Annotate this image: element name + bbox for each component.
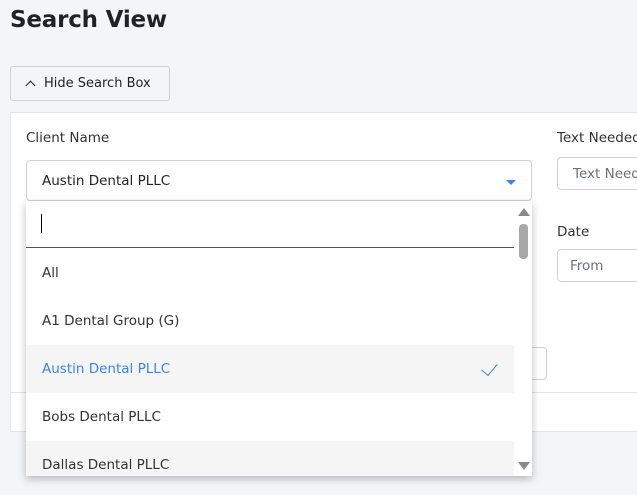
client-name-select[interactable]: Austin Dental PLLC: [26, 160, 532, 201]
scroll-up-arrow-icon[interactable]: [518, 208, 530, 216]
dropdown-option-austin-dental[interactable]: Austin Dental PLLC: [26, 345, 514, 393]
dropdown-search: [26, 201, 514, 248]
text-needed-input[interactable]: [557, 157, 637, 190]
option-label: All: [42, 265, 59, 281]
dropdown-search-input[interactable]: [26, 201, 514, 247]
date-label: Date: [557, 224, 590, 240]
page-title: Search View: [10, 7, 167, 33]
text-cursor: [41, 214, 42, 233]
client-name-label: Client Name: [26, 130, 110, 146]
dropdown-option-a1-dental-group[interactable]: A1 Dental Group (G): [26, 297, 514, 345]
client-name-dropdown: All A1 Dental Group (G) Austin Dental PL…: [26, 201, 532, 476]
client-name-selected-value: Austin Dental PLLC: [42, 172, 171, 189]
dropdown-option-dallas-dental[interactable]: Dallas Dental PLLC: [26, 441, 514, 476]
option-label: Dallas Dental PLLC: [42, 457, 170, 473]
option-label: A1 Dental Group (G): [42, 313, 180, 329]
option-label: Bobs Dental PLLC: [42, 409, 161, 425]
hide-search-box-button[interactable]: Hide Search Box: [10, 66, 170, 101]
option-label: Austin Dental PLLC: [42, 361, 171, 377]
dropdown-options: All A1 Dental Group (G) Austin Dental PL…: [26, 249, 514, 476]
date-from-input[interactable]: [557, 249, 637, 282]
text-needed-label: Text Needed: [557, 130, 637, 146]
dropdown-option-bobs-dental[interactable]: Bobs Dental PLLC: [26, 393, 514, 441]
dropdown-option-all[interactable]: All: [26, 249, 514, 297]
checkmark-icon: [481, 358, 498, 377]
hide-search-box-label: Hide Search Box: [44, 76, 151, 91]
scroll-down-arrow-icon[interactable]: [518, 462, 530, 470]
dropdown-scrollbar[interactable]: [514, 201, 532, 476]
scroll-thumb[interactable]: [519, 224, 528, 259]
caret-down-icon: [506, 180, 516, 185]
chevron-up-icon: [25, 80, 36, 91]
